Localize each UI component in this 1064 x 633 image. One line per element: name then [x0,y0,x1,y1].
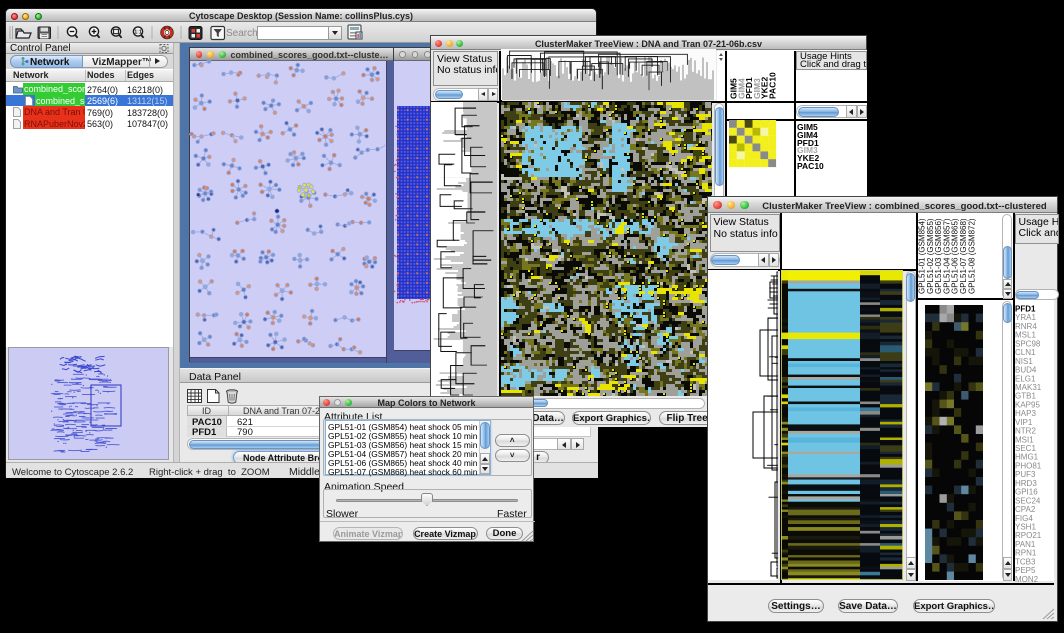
svg-text:GPI16: GPI16 [1015,488,1038,497]
svg-text:HAP3: HAP3 [1015,409,1036,418]
svg-text:Search:: Search: [226,28,260,39]
svg-text:CPA2: CPA2 [1015,505,1036,514]
svg-text:GPL51-08 (GSM872): GPL51-08 (GSM872) [967,218,976,294]
svg-text:NIS1: NIS1 [1015,357,1033,366]
svg-text:1:1: 1:1 [134,30,141,36]
svg-text:RPN1: RPN1 [1015,549,1037,558]
svg-text:RPO21: RPO21 [1015,531,1042,540]
svg-text:HRD3: HRD3 [1015,479,1037,488]
svg-text:YRA1: YRA1 [1015,313,1036,322]
svg-text:CLN1: CLN1 [1015,348,1036,357]
svg-text:PHO81: PHO81 [1015,462,1042,471]
svg-text:PFD1: PFD1 [1015,305,1036,314]
svg-text:KAP95: KAP95 [1015,400,1040,409]
svg-text:MAK31: MAK31 [1015,383,1042,392]
svg-text:RNR4: RNR4 [1015,322,1037,331]
svg-text:PAC10: PAC10 [768,72,778,99]
svg-text:FIG4: FIG4 [1015,514,1033,523]
svg-text:HMG1: HMG1 [1015,453,1039,462]
svg-text:TCB3: TCB3 [1015,557,1036,566]
svg-text:MSL1: MSL1 [1015,331,1036,340]
svg-text:YSH1: YSH1 [1015,523,1036,532]
svg-text:MSI1: MSI1 [1015,435,1034,444]
svg-text:SEC24: SEC24 [1015,496,1041,505]
svg-text:PEP5: PEP5 [1015,566,1036,575]
svg-text:PUF3: PUF3 [1015,470,1036,479]
svg-text:ELG1: ELG1 [1015,374,1036,383]
svg-text:SEC1: SEC1 [1015,444,1036,453]
svg-text:NTR2: NTR2 [1015,427,1036,436]
svg-text:BUD4: BUD4 [1015,366,1037,375]
svg-text:SPC98: SPC98 [1015,339,1041,348]
svg-text:VIP1: VIP1 [1015,418,1033,427]
svg-text:PAN1: PAN1 [1015,540,1036,549]
svg-text:GTB1: GTB1 [1015,392,1036,401]
svg-text:MON2: MON2 [1015,575,1039,584]
